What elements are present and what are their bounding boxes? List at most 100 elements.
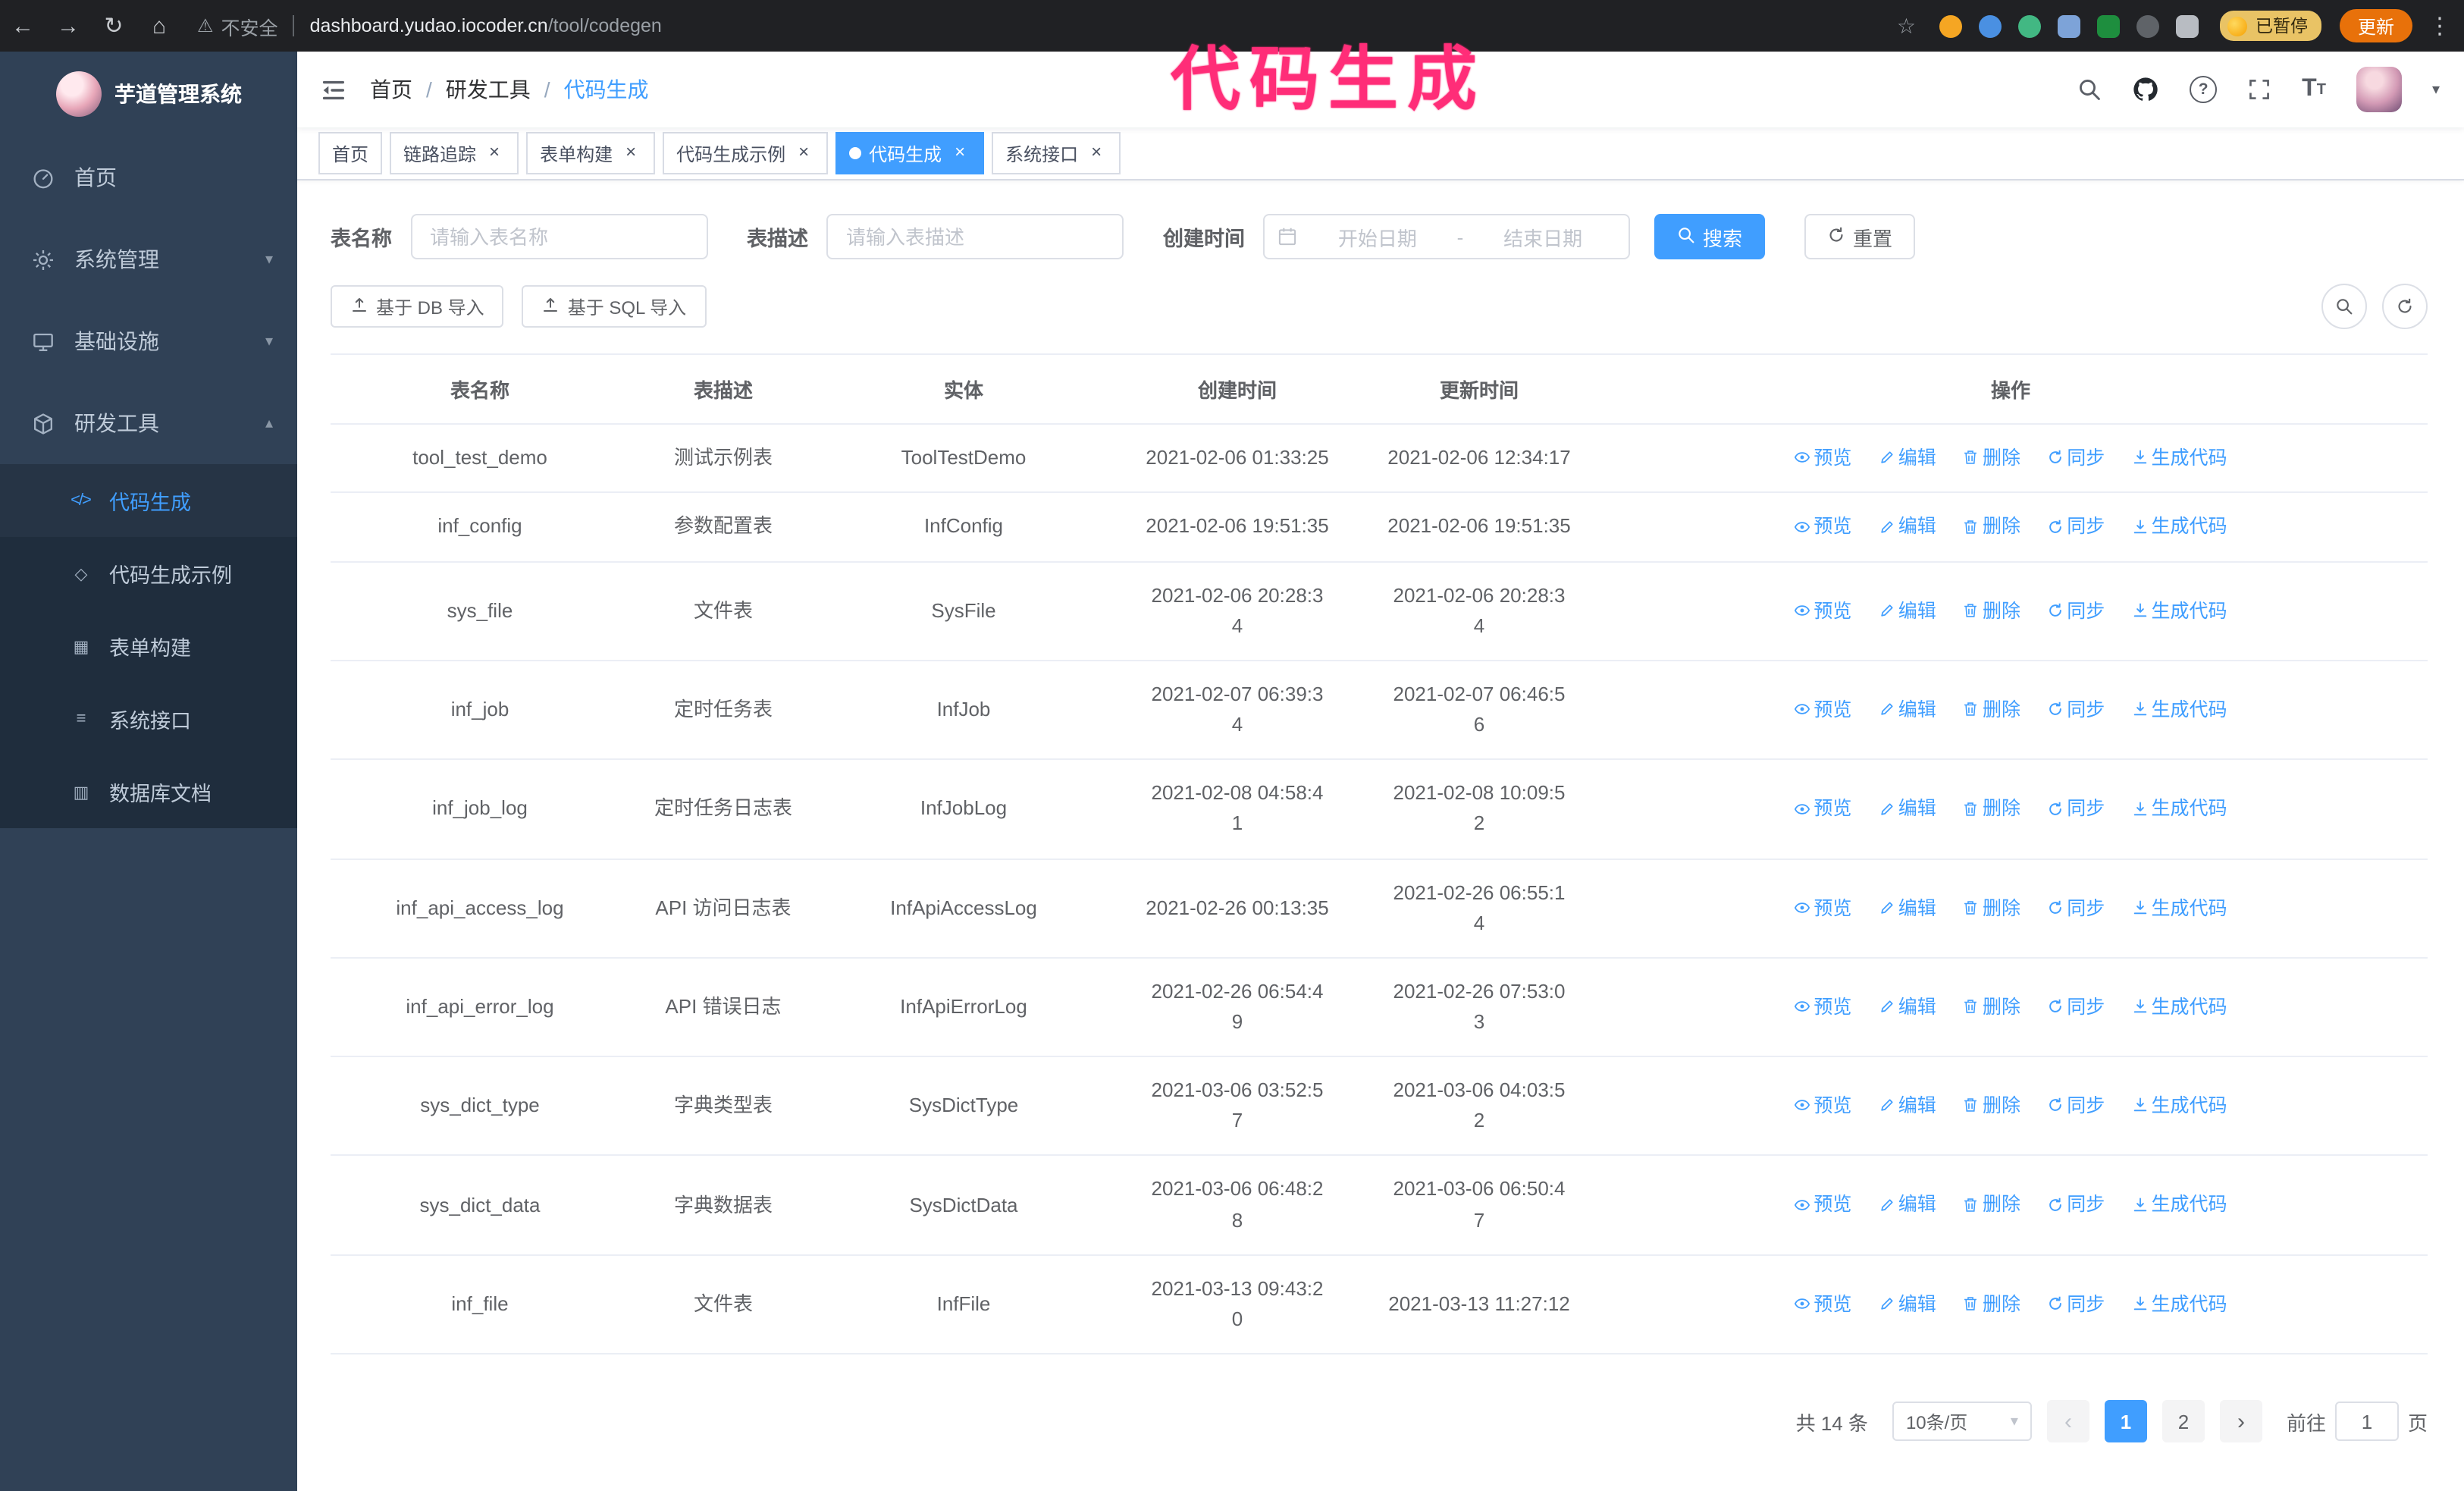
delete-link[interactable]: 删除 [1963,516,2020,538]
submenu-item[interactable]: </> 代码生成 [0,464,297,537]
extension-icon[interactable] [2097,14,2121,37]
sync-link[interactable]: 同步 [2047,516,2105,538]
search-icon[interactable] [2077,77,2102,102]
submenu-item[interactable]: ▦ 表单构建 [0,610,297,683]
edit-link[interactable]: 编辑 [1879,799,1936,820]
sync-link[interactable]: 同步 [2047,1194,2105,1216]
tab-close-icon[interactable]: × [620,142,641,164]
sync-link[interactable]: 同步 [2047,997,2105,1018]
sync-link[interactable]: 同步 [2047,799,2105,820]
generate-code-link[interactable]: 生成代码 [2132,516,2227,538]
edit-link[interactable]: 编辑 [1879,1293,1936,1314]
import-sql-button[interactable]: 基于 SQL 导入 [522,285,707,328]
extension-icon[interactable] [2136,14,2160,37]
delete-link[interactable]: 删除 [1963,1095,2020,1116]
table-name-input[interactable] [410,214,707,259]
extension-icon[interactable] [2018,14,2042,37]
tab-close-icon[interactable]: × [949,142,970,164]
goto-page-input[interactable] [2334,1402,2399,1441]
sync-link[interactable]: 同步 [2047,600,2105,621]
delete-link[interactable]: 删除 [1963,799,2020,820]
browser-reload-icon[interactable]: ↻ [91,12,136,39]
page-number-button[interactable]: 2 [2161,1400,2205,1442]
prev-page-button[interactable]: ‹ [2046,1400,2089,1442]
next-page-button[interactable]: › [2219,1400,2262,1442]
page-tab[interactable]: 首页 × [318,132,383,174]
edit-link[interactable]: 编辑 [1879,997,1936,1018]
generate-code-link[interactable]: 生成代码 [2132,447,2227,469]
generate-code-link[interactable]: 生成代码 [2132,600,2227,621]
tab-close-icon[interactable]: × [484,142,505,164]
preview-link[interactable]: 预览 [1794,897,1851,918]
extension-icon[interactable] [1939,14,1963,37]
reset-button[interactable]: 重置 [1804,214,1916,259]
generate-code-link[interactable]: 生成代码 [2132,1293,2227,1314]
sync-link[interactable]: 同步 [2047,447,2105,469]
submenu-item[interactable]: ▥ 数据库文档 [0,755,297,828]
avatar-caret-icon[interactable]: ▾ [2432,81,2440,98]
delete-link[interactable]: 删除 [1963,447,2020,469]
browser-back-icon[interactable]: ← [0,13,45,39]
toggle-search-button[interactable] [2321,284,2367,329]
page-tab[interactable]: 链路追踪 × [390,132,519,174]
fullscreen-icon[interactable] [2247,77,2271,102]
edit-link[interactable]: 编辑 [1879,447,1936,469]
sidebar-item-dev-tools[interactable]: 研发工具 ▴ [0,382,297,464]
preview-link[interactable]: 预览 [1794,997,1851,1018]
sync-link[interactable]: 同步 [2047,1293,2105,1314]
preview-link[interactable]: 预览 [1794,516,1851,538]
preview-link[interactable]: 预览 [1794,1095,1851,1116]
extension-icon[interactable] [1979,14,2002,37]
paused-badge[interactable]: 已暂停 [2220,11,2321,41]
refresh-table-button[interactable] [2382,284,2428,329]
preview-link[interactable]: 预览 [1794,447,1851,469]
preview-link[interactable]: 预览 [1794,1194,1851,1216]
puzzle-extensions-icon[interactable] [2176,14,2199,37]
delete-link[interactable]: 删除 [1963,699,2020,720]
page-tab[interactable]: 代码生成 × [835,132,985,174]
import-db-button[interactable]: 基于 DB 导入 [331,285,504,328]
user-avatar[interactable] [2356,67,2402,112]
breadcrumb-item[interactable]: 研发工具 [446,74,531,105]
security-warning-text[interactable]: 不安全 [221,11,278,40]
help-icon[interactable]: ? [2190,76,2218,103]
extension-icon[interactable] [2058,14,2081,37]
page-number-button[interactable]: 1 [2104,1400,2147,1442]
delete-link[interactable]: 删除 [1963,997,2020,1018]
browser-home-icon[interactable]: ⌂ [136,13,182,39]
browser-forward-icon[interactable]: → [45,13,91,39]
preview-link[interactable]: 预览 [1794,699,1851,720]
delete-link[interactable]: 删除 [1963,1194,2020,1216]
page-tab[interactable]: 代码生成示例 × [663,132,829,174]
edit-link[interactable]: 编辑 [1879,699,1936,720]
edit-link[interactable]: 编辑 [1879,1194,1936,1216]
tab-close-icon[interactable]: × [1086,142,1107,164]
edit-link[interactable]: 编辑 [1879,1095,1936,1116]
sidebar-toggle-icon[interactable] [297,75,367,104]
font-size-icon[interactable]: TT [2302,76,2326,103]
sync-link[interactable]: 同步 [2047,897,2105,918]
browser-menu-icon[interactable]: ⋮ [2422,12,2458,39]
generate-code-link[interactable]: 生成代码 [2132,699,2227,720]
submenu-item[interactable]: ◇ 代码生成示例 [0,537,297,610]
page-tab[interactable]: 系统接口 × [992,132,1121,174]
page-tab[interactable]: 表单构建 × [526,132,656,174]
date-range-picker[interactable]: 开始日期 - 结束日期 [1263,214,1630,259]
page-size-select[interactable]: 10条/页 ▾ [1892,1402,2032,1441]
sync-link[interactable]: 同步 [2047,1095,2105,1116]
sidebar-item-infrastructure[interactable]: 基础设施 ▾ [0,300,297,382]
generate-code-link[interactable]: 生成代码 [2132,997,2227,1018]
preview-link[interactable]: 预览 [1794,1293,1851,1314]
generate-code-link[interactable]: 生成代码 [2132,799,2227,820]
github-icon[interactable] [2132,76,2159,103]
generate-code-link[interactable]: 生成代码 [2132,897,2227,918]
sidebar-item-home[interactable]: 首页 [0,137,297,218]
delete-link[interactable]: 删除 [1963,897,2020,918]
preview-link[interactable]: 预览 [1794,600,1851,621]
browser-update-button[interactable]: 更新 [2339,9,2412,42]
app-logo[interactable]: 芋道管理系统 [0,52,297,137]
edit-link[interactable]: 编辑 [1879,600,1936,621]
edit-link[interactable]: 编辑 [1879,897,1936,918]
tab-close-icon[interactable]: × [793,142,814,164]
delete-link[interactable]: 删除 [1963,1293,2020,1314]
